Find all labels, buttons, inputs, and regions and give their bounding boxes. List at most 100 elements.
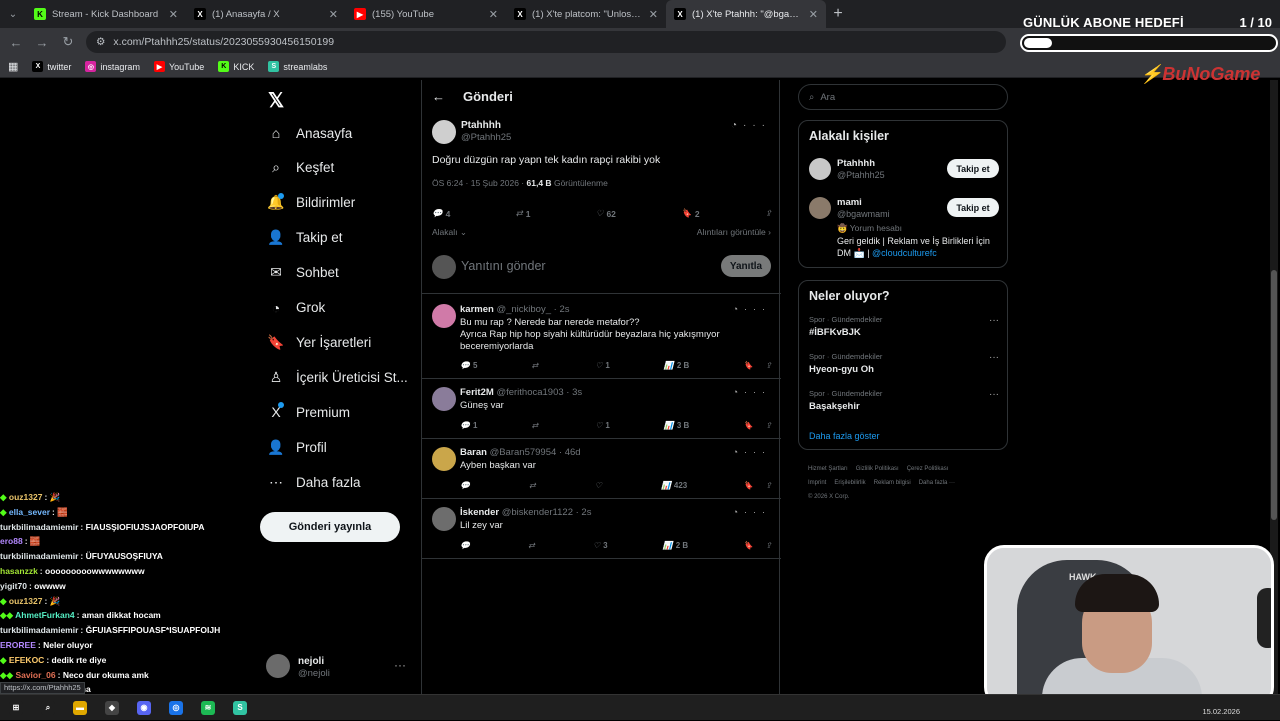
sidebar-item-search[interactable]: ⌕ Keşfet: [268, 159, 334, 176]
related-person[interactable]: mami @bgawmami Takip et 🤠 Yorum hesabı G…: [809, 197, 999, 267]
chat-username[interactable]: ella_sever: [9, 507, 50, 517]
bookmark-instagram[interactable]: ◎ instagram: [85, 61, 140, 72]
reply-button[interactable]: 💬 1: [460, 421, 477, 430]
chat-username[interactable]: ero88: [0, 536, 23, 546]
person-name[interactable]: Ptahhhh: [837, 158, 875, 169]
avatar[interactable]: [809, 197, 831, 219]
views-button[interactable]: 📊 3 B: [664, 421, 689, 430]
avatar[interactable]: [432, 304, 456, 328]
repost-button[interactable]: ⇄ 1: [516, 208, 531, 219]
bookmark-button[interactable]: 🔖 2: [681, 208, 699, 219]
views-button[interactable]: 📊 2 B: [663, 541, 688, 550]
trend-item[interactable]: Spor · Gündemdekiler Hyeon-gyu Oh ···: [809, 352, 999, 375]
comment-author-handle[interactable]: @biskender1122: [502, 507, 573, 518]
discord-taskbar-button[interactable]: ◉: [128, 695, 160, 721]
browser-tab[interactable]: X (1) X'te platcom: "Unlost, Ichbi ✕: [506, 0, 666, 28]
browser-tab[interactable]: X (1) X'te Ptahhh: "@bgawmam ✕: [666, 0, 826, 28]
bookmark-icon[interactable]: 🔖: [743, 421, 753, 430]
grok-icon[interactable]: ◔: [733, 507, 744, 517]
repost-button[interactable]: ⇄: [529, 481, 539, 490]
chat-username[interactable]: EFEKOC: [9, 655, 44, 665]
related-person[interactable]: Ptahhhh @Ptahhh25 Takip et: [809, 158, 999, 188]
sidebar-item-more-circle[interactable]: ⋯ Daha fazla: [268, 474, 361, 490]
chat-username[interactable]: yigit70: [0, 581, 27, 591]
file-explorer-taskbar-button[interactable]: ▬: [64, 695, 96, 721]
footer-link[interactable]: Hizmet Şartları: [808, 466, 848, 472]
chat-username[interactable]: EROREE: [0, 640, 36, 650]
game-taskbar-button[interactable]: ◆: [96, 695, 128, 721]
repost-button[interactable]: ⇄: [531, 421, 541, 430]
share-icon[interactable]: ⇪: [765, 481, 772, 490]
bookmark-kick[interactable]: K KICK: [218, 61, 254, 72]
sidebar-item-x-premium[interactable]: X Premium: [268, 402, 350, 420]
close-icon[interactable]: ✕: [169, 8, 178, 21]
close-icon[interactable]: ✕: [329, 8, 338, 21]
back-arrow-icon[interactable]: ←: [432, 89, 445, 104]
show-more-link[interactable]: Daha fazla göster: [809, 431, 880, 441]
comment-author-handle[interactable]: @ferithoca1903: [496, 387, 563, 398]
reply-button[interactable]: 💬 4: [432, 208, 450, 219]
taskbar-date[interactable]: 15.02.2026: [1202, 707, 1240, 716]
post-button[interactable]: Gönderi yayınla: [260, 512, 400, 542]
footer-link[interactable]: Çerez Politikası: [907, 466, 949, 472]
view-quotes-link[interactable]: Alıntıları görüntüle ›: [697, 227, 771, 237]
search-input[interactable]: ⌕ Ara: [798, 84, 1008, 110]
more-dots-icon[interactable]: ···: [989, 315, 999, 326]
views-button[interactable]: 📊 423: [661, 481, 687, 490]
more-dots-icon[interactable]: ···: [744, 447, 771, 457]
chat-username[interactable]: hasanzzk: [0, 566, 38, 576]
close-icon[interactable]: ✕: [489, 8, 498, 21]
more-dots-icon[interactable]: ···: [744, 387, 771, 397]
grok-icon[interactable]: ◔: [733, 304, 744, 314]
person-name[interactable]: mami: [837, 197, 862, 208]
sidebar-item-creator-studio[interactable]: ♙ İçerik Üreticisi St...: [268, 369, 408, 385]
like-button[interactable]: ♡ 1: [595, 361, 610, 370]
site-info-icon[interactable]: ⚙: [96, 36, 105, 48]
repost-button[interactable]: ⇄: [531, 361, 541, 370]
chat-username[interactable]: turkbilimadamiemir: [0, 522, 78, 532]
grok-icon[interactable]: ◔: [733, 387, 744, 397]
streamlabs-taskbar-button[interactable]: S: [224, 695, 256, 721]
sidebar-item-bookmark[interactable]: 🔖 Yer İşaretleri: [267, 334, 371, 350]
repost-button[interactable]: ⇄: [528, 541, 538, 550]
share-icon[interactable]: ⇪: [765, 361, 772, 370]
browser-tab[interactable]: X (1) Anasayfa / X ✕: [186, 0, 346, 28]
chat-username[interactable]: turkbilimadamiemir: [0, 625, 78, 635]
browser-tab[interactable]: K Stream - Kick Dashboard ✕: [26, 0, 186, 28]
share-icon[interactable]: ⇪: [765, 421, 772, 430]
chat-username[interactable]: Savior_06: [15, 670, 55, 680]
like-button[interactable]: ♡ 62: [596, 208, 616, 219]
bookmark-youtube[interactable]: ▶ YouTube: [153, 61, 204, 72]
footer-link[interactable]: Imprint: [808, 480, 826, 486]
close-icon[interactable]: ✕: [809, 8, 818, 21]
post-time[interactable]: ÖS 6:24 · 15 Şub 2026 ·: [432, 178, 524, 188]
more-dots-icon[interactable]: ···: [989, 352, 999, 363]
footer-link[interactable]: Daha fazla ···: [919, 480, 955, 486]
browser-tab[interactable]: ▶ (155) YouTube ✕: [346, 0, 506, 28]
bookmark-icon[interactable]: 🔖: [743, 361, 753, 370]
avatar[interactable]: [432, 507, 456, 531]
forward-icon[interactable]: →: [34, 35, 50, 50]
chat-username[interactable]: AhmetFurkan4: [15, 610, 75, 620]
sidebar-item-person-add[interactable]: 👤 Takip et: [267, 229, 342, 246]
views-button[interactable]: 📊 2 B: [664, 361, 689, 370]
avatar[interactable]: [432, 120, 456, 144]
bookmark-streamlabs[interactable]: Sstreamlabs: [268, 61, 327, 72]
tab-search-button[interactable]: ⌄: [0, 9, 26, 20]
apps-grid-icon[interactable]: ▦: [8, 60, 18, 73]
account-switcher[interactable]: nejoli @nejoli ···: [266, 654, 416, 682]
comment-author-handle[interactable]: @_nickiboy_: [496, 304, 551, 315]
sidebar-item-profile[interactable]: 👤 Profil: [267, 439, 326, 455]
share-button[interactable]: ⇪: [765, 208, 772, 219]
reload-icon[interactable]: ↻: [60, 34, 76, 50]
footer-link[interactable]: Gizlilik Politikası: [856, 466, 899, 472]
sidebar-item-grok[interactable]: ◔ Grok: [268, 300, 326, 316]
avatar[interactable]: [432, 447, 456, 471]
avatar[interactable]: [809, 158, 831, 180]
footer-link[interactable]: Erişilebilirlik: [834, 480, 865, 486]
grok-icon[interactable]: ◔: [733, 447, 744, 457]
search-taskbar-button[interactable]: ⌕: [32, 695, 64, 721]
reply-input[interactable]: Yanıtını gönder: [461, 259, 546, 273]
chat-username[interactable]: ouz1327: [9, 596, 43, 606]
avatar[interactable]: [432, 387, 456, 411]
